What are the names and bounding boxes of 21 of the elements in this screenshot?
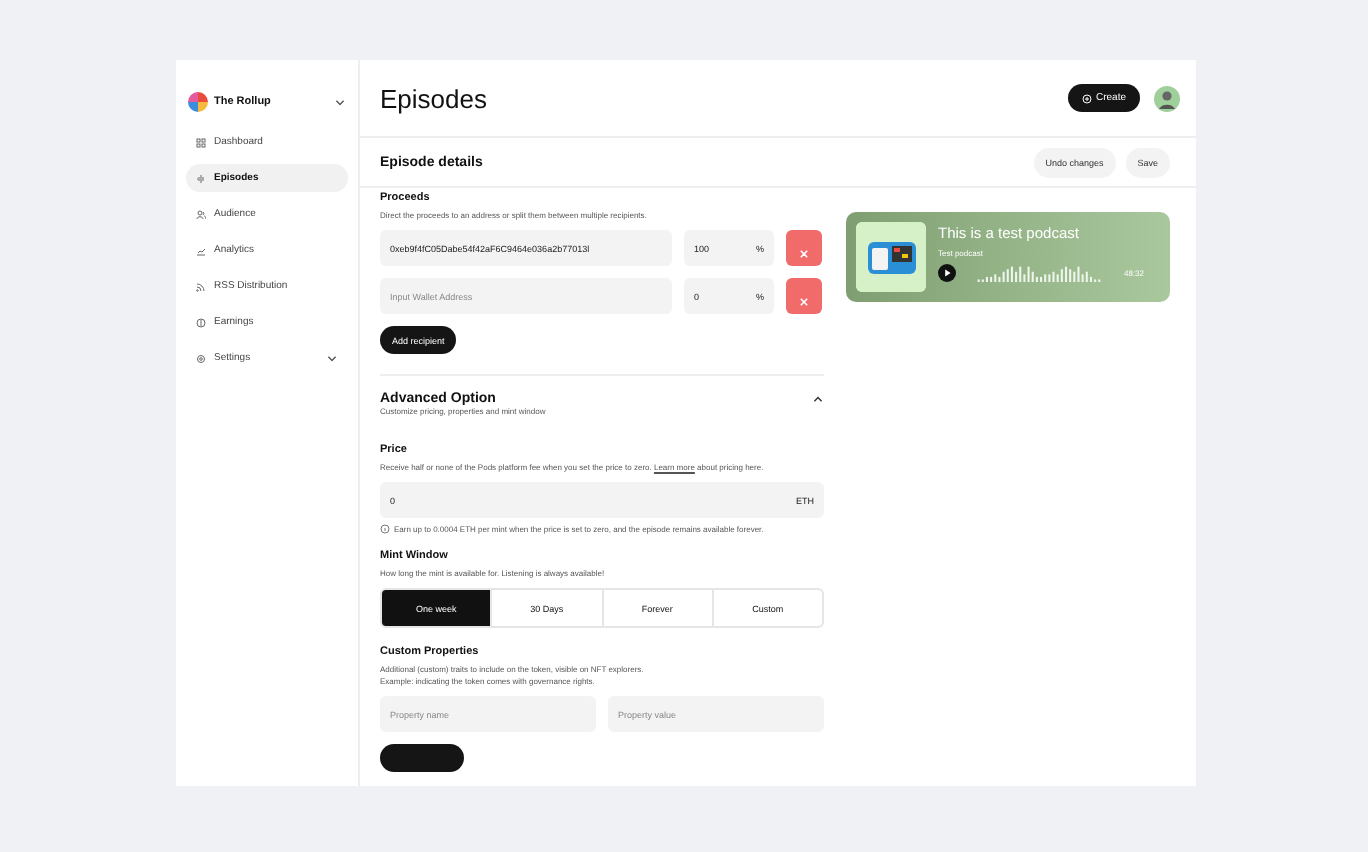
radio-drawing [856,222,926,292]
plus-icon [1081,93,1092,103]
grid-icon [196,137,206,147]
chart-icon [196,245,206,255]
chevron-icon[interactable] [334,96,346,108]
rss-icon [196,281,206,291]
logo-icon [188,92,208,112]
remove-recipient-button[interactable] [786,230,822,266]
page-title: Episodes [380,83,489,113]
avatar[interactable] [1154,85,1180,111]
play-button[interactable] [938,264,956,282]
chevron-icon[interactable] [812,393,824,405]
info-icon [380,524,390,534]
waveform-icon [196,173,206,183]
close-icon [796,294,812,310]
dark-button[interactable] [380,744,464,772]
coin-icon [196,317,206,327]
users-icon [196,209,206,219]
close-icon [796,246,812,262]
remove-recipient-button[interactable] [786,278,822,314]
settings-icon [196,353,206,363]
